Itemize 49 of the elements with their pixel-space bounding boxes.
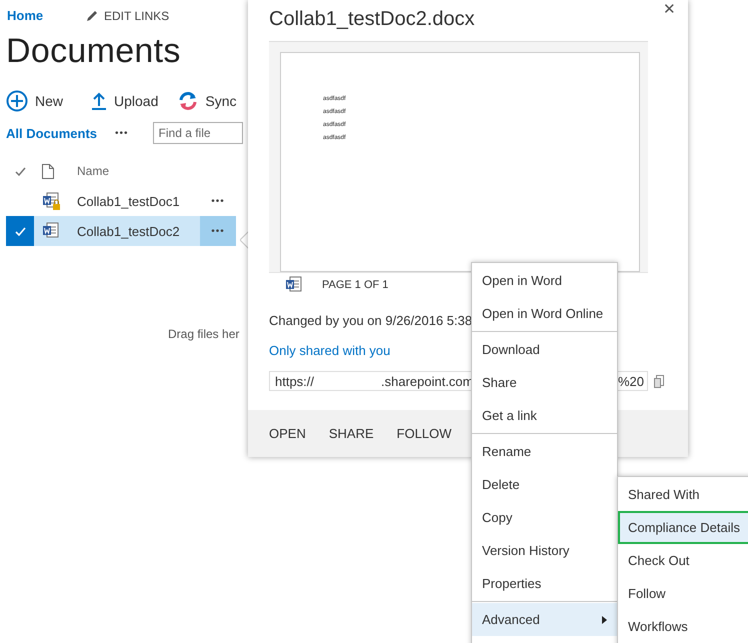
table-row[interactable]: Collab1_testDoc2 ••• <box>6 216 236 246</box>
new-button[interactable]: New <box>6 90 64 112</box>
file-icon <box>42 164 54 178</box>
menu-item[interactable]: Rename <box>472 435 617 468</box>
page-indicator: PAGE 1 OF 1 <box>322 279 388 291</box>
table-row[interactable]: Collab1_testDoc1 ••• <box>6 186 236 216</box>
changed-info: Changed by you on 9/26/2016 5:38 <box>269 313 472 328</box>
menu-item[interactable]: Workflows <box>618 610 748 643</box>
file-name[interactable]: Collab1_testDoc1 <box>77 194 200 208</box>
menu-item[interactable]: Properties <box>472 567 617 600</box>
column-header[interactable]: Name <box>77 164 200 178</box>
plus-circle-icon <box>6 90 28 112</box>
menu-item[interactable]: Delete <box>472 468 617 501</box>
action-button[interactable]: OPEN <box>269 426 306 441</box>
menu-item[interactable]: Check Out <box>618 544 748 577</box>
menu-item[interactable]: Download <box>472 333 617 366</box>
menu-item[interactable]: Copy <box>472 501 617 534</box>
check-icon <box>14 166 26 176</box>
action-button[interactable]: FOLLOW <box>396 426 452 441</box>
pencil-icon <box>86 10 98 22</box>
menu-item[interactable]: Compliance Details <box>618 511 748 544</box>
upload-button[interactable]: Upload <box>91 92 158 110</box>
sync-button[interactable]: Sync <box>178 91 237 111</box>
action-button[interactable]: SHARE <box>328 426 374 441</box>
sharing-link[interactable]: Only shared with you <box>269 343 390 358</box>
view-link[interactable]: All Documents <box>6 126 98 140</box>
sync-icon <box>178 91 198 111</box>
menu-item[interactable]: Follow <box>618 577 748 610</box>
more-button[interactable]: ••• <box>200 216 236 246</box>
close-button[interactable]: ✕ <box>663 0 676 18</box>
menu-item[interactable]: Version History <box>472 534 617 567</box>
file-name[interactable]: Collab1_testDoc2 <box>77 224 200 238</box>
menu-item[interactable]: Advanced <box>472 603 617 636</box>
page-title: Documents <box>6 32 182 71</box>
copy-icon <box>654 374 664 388</box>
checkmark-icon <box>14 226 26 236</box>
search-field[interactable]: Find a file <box>152 122 243 144</box>
more-button[interactable]: ••• <box>115 128 129 138</box>
upload-icon <box>91 92 108 110</box>
menu-item[interactable]: Shared With <box>618 478 748 511</box>
menu-item[interactable]: Get a link <box>472 399 617 432</box>
word-document-icon <box>285 276 304 294</box>
more-button[interactable]: ••• <box>200 186 236 216</box>
home-link[interactable]: Home <box>7 8 86 23</box>
callout-title: Collab1_testDoc2.docx <box>269 8 475 31</box>
edit-links-button[interactable]: EDIT LINKS <box>86 8 170 22</box>
menu-item[interactable]: Open in Word <box>472 264 617 297</box>
menu-item[interactable]: Open in Word Online <box>472 297 617 330</box>
drop-hint: Drag files her <box>168 327 240 341</box>
